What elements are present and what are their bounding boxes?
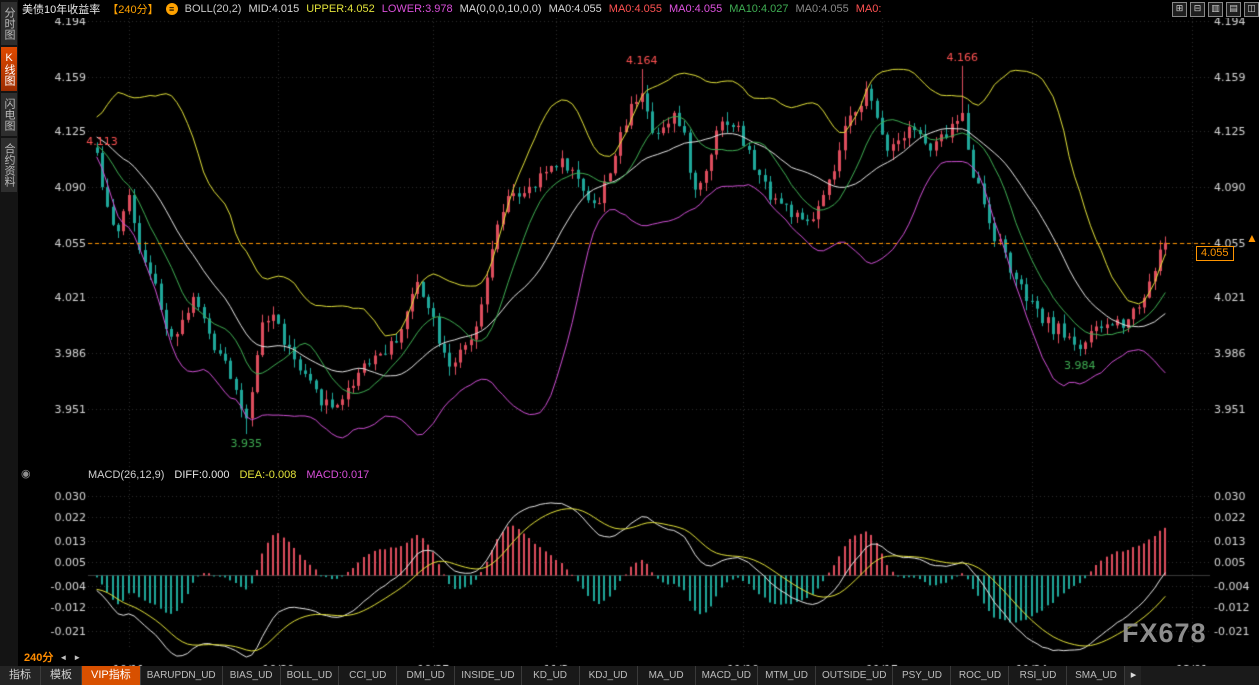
chart-type-sidebar: 分时图 K线图闪电图合约资料 (0, 0, 18, 668)
macd-macd-value: MACD:0.017 (306, 469, 369, 481)
tab-kdj_ud[interactable]: KDJ_UD (580, 666, 638, 685)
chart-header: 美债10年收益率 【240分】 ≡ BOLL(20,2) MID:4.015 U… (18, 0, 1259, 18)
tab-指标[interactable]: 指标 (0, 666, 41, 685)
grid-layout-icon[interactable]: ⊞ (1172, 2, 1187, 17)
tabbar-more-arrow-icon[interactable]: ▸ (1125, 666, 1141, 685)
tab-inside_ud[interactable]: INSIDE_UD (455, 666, 521, 685)
window-controls: ⊞⊟▥▤◫ (1172, 2, 1259, 17)
tab-outside_ud[interactable]: OUTSIDE_UD (816, 666, 893, 685)
tab-psy_ud[interactable]: PSY_UD (893, 666, 951, 685)
ma-value-4: MA0:4.055 (796, 3, 849, 15)
ma-value-1: MA0:4.055 (609, 3, 662, 15)
boll-upper-value: UPPER:4.052 (306, 3, 374, 15)
tab-cci_ud[interactable]: CCI_UD (339, 666, 397, 685)
ma-params-label: MA(0,0,0,10,0,0) (460, 3, 542, 15)
tabbar-filler (1141, 666, 1259, 685)
tab-barupdn_ud[interactable]: BARUPDN_UD (141, 666, 223, 685)
tab-dmi_ud[interactable]: DMI_UD (397, 666, 455, 685)
vertical-split-icon[interactable]: ▥ (1208, 2, 1223, 17)
latest-price-arrow-icon[interactable]: ▲ (1246, 231, 1258, 245)
settings-icon[interactable]: ≡ (166, 3, 178, 15)
instrument-title: 美债10年收益率 (22, 1, 100, 17)
timeframe-value: 240分 (24, 649, 53, 665)
sidebar-item-3[interactable]: 合约资料 (1, 138, 17, 192)
tab-bias_ud[interactable]: BIAS_UD (223, 666, 281, 685)
sidebar-item-1[interactable]: K线图 (1, 47, 17, 91)
macd-params-label: MACD(26,12,9) (88, 469, 164, 481)
boll-lower-value: LOWER:3.978 (382, 3, 453, 15)
sidebar-item-2[interactable]: 闪电图 (1, 93, 17, 136)
next-timeframe-icon[interactable]: ► (73, 653, 81, 662)
tab-模板[interactable]: 模板 (41, 666, 82, 685)
tab-rsi_ud[interactable]: RSI_UD (1009, 666, 1067, 685)
ma-value-0: MA0:4.055 (549, 3, 602, 15)
ma-value-2: MA0:4.055 (669, 3, 722, 15)
dual-view-icon[interactable]: ◫ (1244, 2, 1259, 17)
timeframe-label[interactable]: 【240分】 (107, 1, 158, 17)
macd-panel-toggle-icon[interactable]: ◉ (21, 467, 31, 480)
tab-ma_ud[interactable]: MA_UD (638, 666, 696, 685)
tab-mtm_ud[interactable]: MTM_UD (758, 666, 816, 685)
ma-value-3: MA10:4.027 (729, 3, 788, 15)
main-chart-canvas[interactable] (18, 18, 1259, 666)
boll-mid-value: MID:4.015 (248, 3, 299, 15)
prev-timeframe-icon[interactable]: ◄ (59, 653, 67, 662)
tab-roc_ud[interactable]: ROC_UD (951, 666, 1009, 685)
macd-dea-value: DEA:-0.008 (239, 469, 296, 481)
tab-macd_ud[interactable]: MACD_UD (696, 666, 758, 685)
tab-kd_ud[interactable]: KD_UD (522, 666, 580, 685)
ma-values-group: MA0:4.055 MA0:4.055 MA0:4.055 MA10:4.027 MA0… (549, 3, 882, 15)
tab-boll_ud[interactable]: BOLL_UD (281, 666, 340, 685)
tab-sma_ud[interactable]: SMA_UD (1067, 666, 1125, 685)
macd-header: MACD(26,12,9) DIFF:0.000 DEA:-0.008 MACD… (88, 469, 369, 481)
ma-value-5: MA0: (856, 3, 882, 15)
boll-params-label: BOLL(20,2) (185, 3, 242, 15)
quad-layout-icon[interactable]: ▤ (1226, 2, 1241, 17)
timeframe-control: 240分 ◄ ► (24, 649, 81, 665)
sidebar-item-0[interactable]: 分时图 (1, 2, 17, 45)
last-price-tag: 4.055 (1196, 246, 1234, 261)
tab-VIP指标[interactable]: VIP指标 (82, 666, 141, 685)
horizontal-split-icon[interactable]: ⊟ (1190, 2, 1205, 17)
macd-diff-value: DIFF:0.000 (174, 469, 229, 481)
fx678-watermark: FX678 (1122, 618, 1207, 649)
indicator-tabbar: 指标模板VIP指标BARUPDN_UDBIAS_UDBOLL_UDCCI_UDD… (0, 666, 1259, 685)
